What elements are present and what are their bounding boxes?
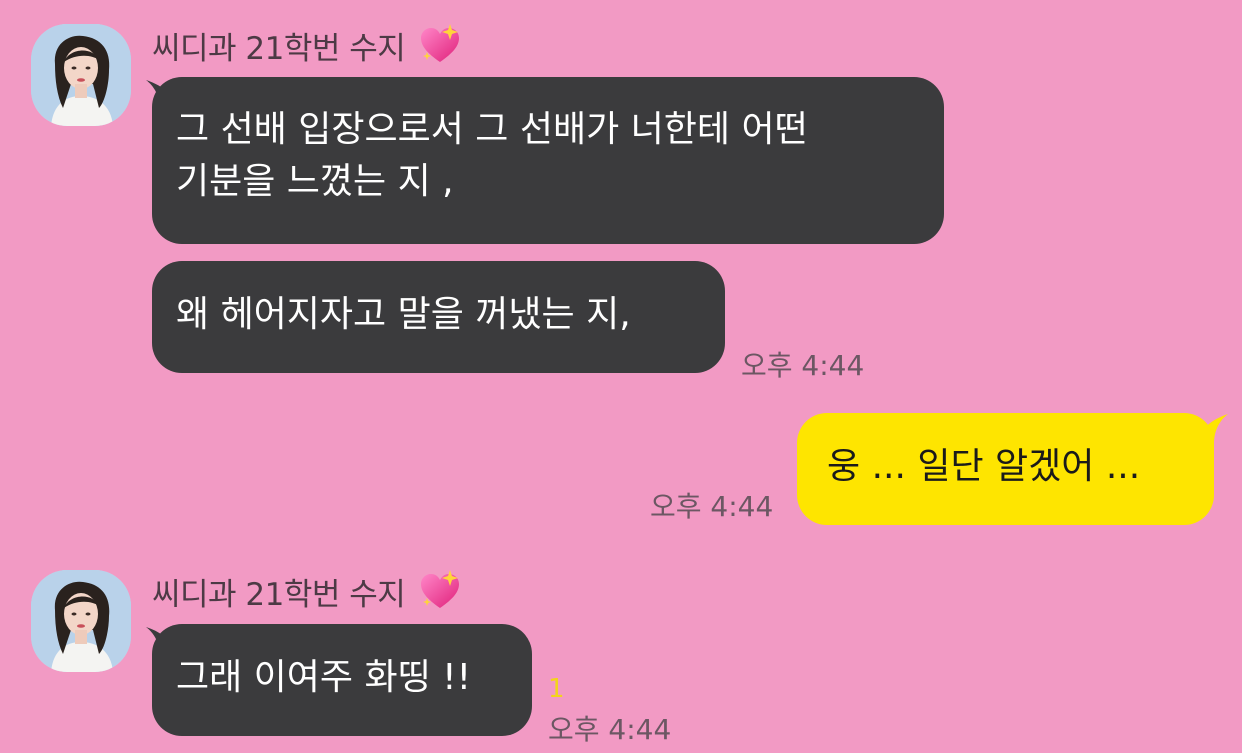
- message-text-line: 왜 헤어지자고 말을 꺼냈는 지,: [176, 294, 631, 335]
- sender-name-text: 씨디과 21학번 수지: [152, 30, 406, 67]
- sender-name[interactable]: 씨디과 21학번 수지: [152, 568, 463, 614]
- sender-avatar[interactable]: [31, 570, 131, 672]
- message-bubble[interactable]: 그래 이여주 화띵 !!: [152, 624, 532, 736]
- sender-avatar[interactable]: [31, 24, 131, 126]
- unread-count-badge: 1: [548, 674, 565, 704]
- sparkling-heart-icon: [421, 24, 460, 62]
- message-time: 오후 4:44: [741, 349, 865, 382]
- message-text-line: 그 선배 입장으로서 그 선배가 너한테 어떤: [176, 109, 808, 150]
- bubble-tail-outgoing: [1198, 414, 1228, 444]
- message-time: 오후 4:44: [548, 713, 672, 746]
- sparkling-heart-icon: [421, 570, 460, 608]
- message-bubble-outgoing[interactable]: 웅 ... 일단 알겠어 ...: [797, 413, 1214, 525]
- message-text-line: 기분을 느꼈는 지 ,: [176, 161, 454, 202]
- message-text-line: 그래 이여주 화띵 !!: [176, 657, 472, 698]
- sender-name[interactable]: 씨디과 21학번 수지: [152, 22, 463, 68]
- message-time: 오후 4:44: [650, 490, 774, 523]
- sender-name-text: 씨디과 21학번 수지: [152, 576, 406, 613]
- message-text-line: 웅 ... 일단 알겠어 ...: [827, 446, 1141, 487]
- message-bubble[interactable]: 그 선배 입장으로서 그 선배가 너한테 어떤 기분을 느꼈는 지 ,: [152, 77, 944, 244]
- avatar-photo: [31, 570, 131, 672]
- message-bubble[interactable]: 왜 헤어지자고 말을 꺼냈는 지,: [152, 261, 725, 373]
- avatar-photo: [31, 24, 131, 126]
